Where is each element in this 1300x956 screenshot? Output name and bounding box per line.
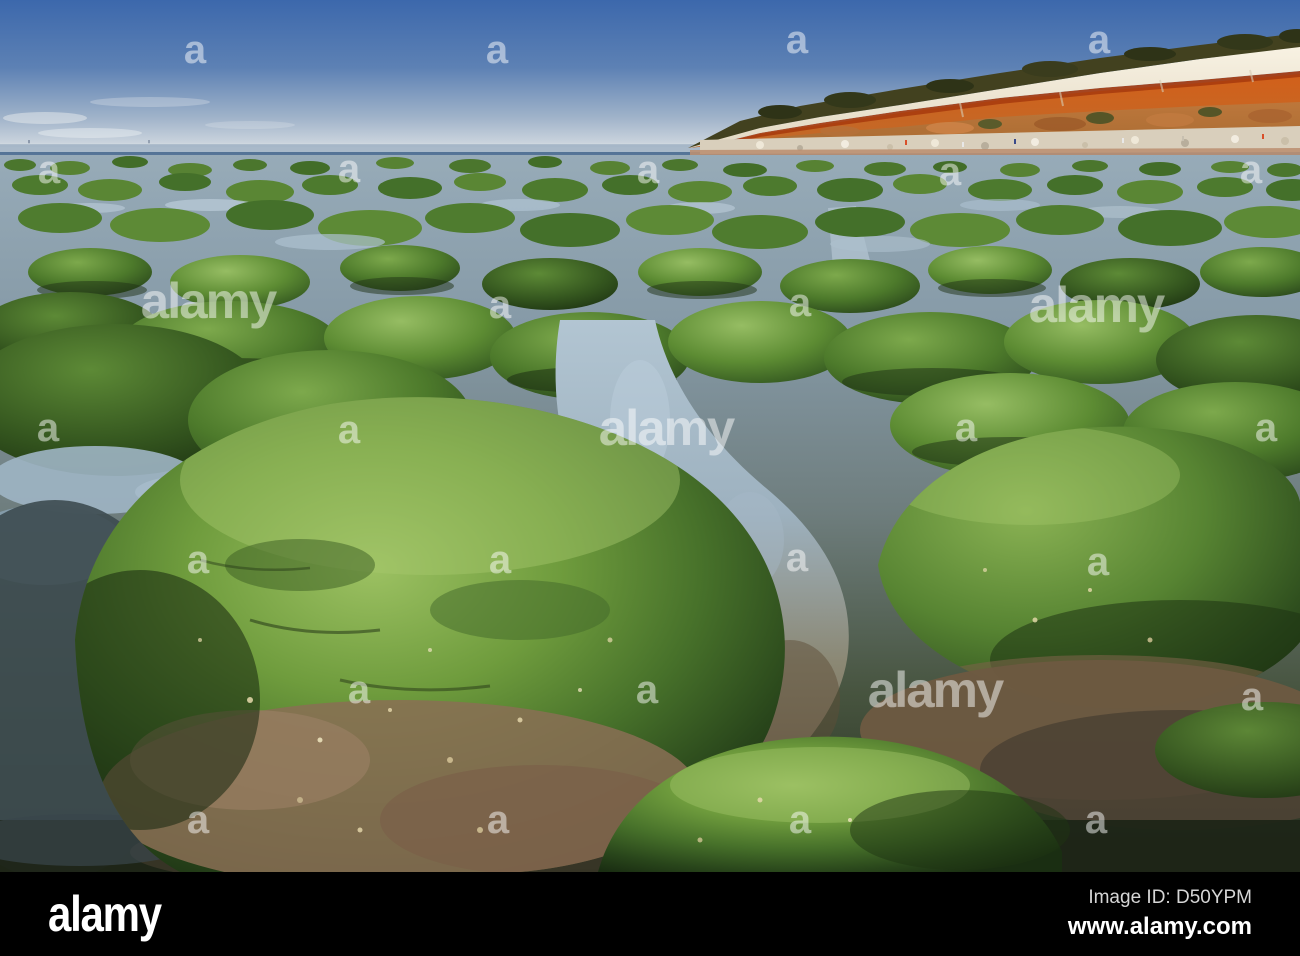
image-id-text: Image ID: D50YPM xyxy=(1088,887,1252,909)
beach-scene-graphic xyxy=(0,0,1300,872)
photo-area: alamy alamy alamy alamy a a a a a a a a a a a a a a a a a a a a… xyxy=(0,0,1300,872)
alamy-url-text: www.alamy.com xyxy=(1067,912,1252,940)
alamy-watermark-bar: alamy Image ID: D50YPM www.alamy.com xyxy=(0,872,1300,956)
alamy-logo: alamy xyxy=(48,886,162,942)
footer-info: Image ID: D50YPM www.alamy.com xyxy=(1068,886,1252,942)
alamy-stock-photo-preview: alamy alamy alamy alamy a a a a a a a a a a a a a a a a a a a a… xyxy=(0,0,1300,956)
